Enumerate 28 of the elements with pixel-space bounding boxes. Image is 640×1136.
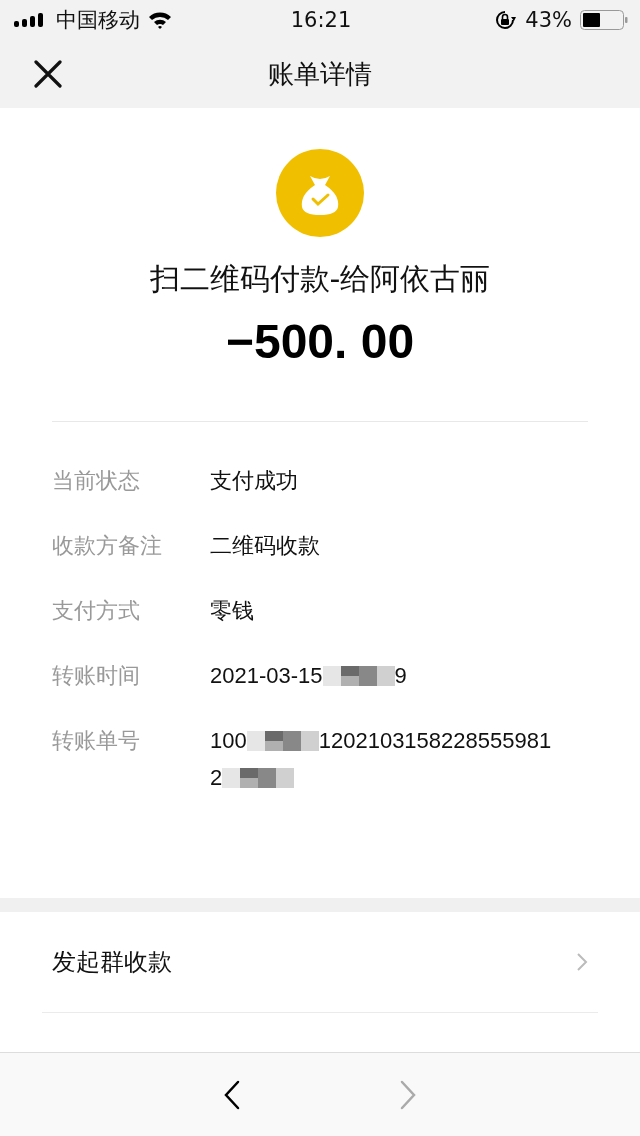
detail-label: 转账时间: [52, 662, 141, 690]
page-title: 账单详情: [268, 57, 372, 91]
battery-percent: 43%: [525, 8, 572, 32]
detail-label: 转账单号: [52, 727, 141, 755]
chevron-right-icon: [399, 1079, 417, 1110]
detail-value: 二维码收款: [210, 532, 320, 560]
close-button[interactable]: [34, 60, 62, 88]
status-time: 16:21: [290, 8, 352, 32]
detail-value: 零钱: [210, 597, 254, 625]
detail-value: 支付成功: [210, 467, 298, 495]
wifi-icon: [148, 11, 172, 29]
detail-value: 2021-03-15: [210, 662, 323, 690]
detail-value: 2: [210, 764, 223, 792]
detail-value: 1202103158228555981: [318, 727, 552, 755]
battery-icon: [580, 10, 628, 30]
detail-value: 9: [394, 662, 407, 690]
chevron-right-icon: [576, 952, 588, 972]
detail-label: 支付方式: [52, 597, 141, 625]
money-bag-icon: [276, 149, 364, 237]
carrier-name: 中国移动: [56, 7, 140, 34]
close-icon: [34, 60, 62, 88]
detail-label: 当前状态: [52, 467, 141, 495]
rotation-lock-icon: [493, 8, 518, 32]
payment-amount: −500. 00: [225, 314, 415, 369]
payment-title: 扫二维码付款-给阿依古丽: [149, 260, 491, 298]
chevron-left-icon: [223, 1079, 241, 1110]
detail-value: 100: [210, 727, 247, 755]
detail-label: 收款方备注: [52, 532, 163, 560]
